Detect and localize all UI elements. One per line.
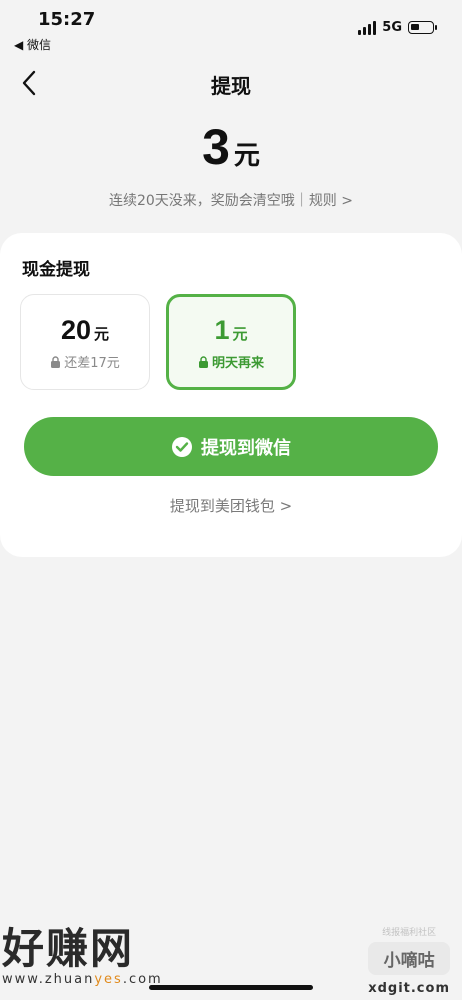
watermark-box: 小嘀咕 (368, 942, 450, 975)
option-amount: 1元 (169, 315, 293, 346)
option-amount-value: 1 (214, 315, 230, 345)
status-time: 15:27 (38, 9, 96, 30)
watermark-xdgit: 线报福利社区 小嘀咕 xdgit.com (368, 925, 450, 996)
watermark-small-text: 线报福利社区 (382, 928, 437, 938)
withdraw-to-meituan-wallet-link[interactable]: 提现到美团钱包 > (0, 495, 462, 516)
nav-bar: 提现 (0, 62, 462, 106)
withdraw-to-wechat-button[interactable]: 提现到微信 (24, 417, 438, 476)
network-label: 5G (382, 20, 402, 35)
option-amount-value: 20 (60, 315, 92, 345)
section-title: 现金提现 (22, 260, 90, 280)
back-to-app-link[interactable]: ◀ 微信 (14, 36, 51, 53)
balance-unit: 元 (233, 141, 260, 171)
signal-icon (358, 20, 377, 35)
balance-display: 3元 (0, 118, 462, 176)
lock-icon (198, 355, 208, 368)
withdraw-option-20[interactable]: 20 元 还差17元 (20, 294, 150, 390)
battery-icon (408, 21, 437, 34)
withdraw-option-1[interactable]: 1元 明天再来 (166, 294, 296, 390)
option-amount-unit: 元 (94, 326, 110, 343)
option-amount: 20 元 (21, 315, 149, 346)
cash-withdraw-card: 现金提现 20 元 还差17元 1元 明天再来 提现到微信 提现到美团钱包 > (0, 233, 462, 557)
expiry-notice: 连续20天没来，奖励会清空哦｜规则 > (0, 190, 462, 210)
watermark-url-highlight: yes (94, 972, 123, 987)
watermark-zhuanyes: 好赚网 www.zhuanyes.com (2, 915, 163, 987)
watermark-brand: 好赚网 (2, 924, 135, 973)
option-amount-unit: 元 (232, 326, 248, 343)
withdraw-to-wechat-label: 提现到微信 (201, 437, 291, 459)
status-indicators: 5G (358, 20, 437, 35)
option-status-text: 明天再来 (211, 356, 264, 371)
rules-link[interactable]: 规则 > (309, 193, 353, 209)
option-status: 还差17元 (21, 352, 149, 371)
status-bar: 15:27 ◀ 微信 5G (0, 0, 462, 56)
watermark-domain: xdgit.com (368, 981, 450, 996)
page-title: 提现 (211, 74, 251, 98)
watermark-url-prefix: www.zhuan (2, 972, 95, 987)
expiry-notice-text: 连续20天没来，奖励会清空哦｜ (108, 193, 309, 209)
lock-icon (51, 355, 61, 368)
option-status: 明天再来 (169, 352, 293, 371)
option-status-text: 还差17元 (64, 356, 120, 371)
balance-amount: 3 (202, 119, 230, 175)
home-indicator[interactable] (149, 985, 313, 990)
wechat-pay-icon (172, 436, 192, 457)
watermark-url: www.zhuanyes.com (2, 972, 163, 987)
